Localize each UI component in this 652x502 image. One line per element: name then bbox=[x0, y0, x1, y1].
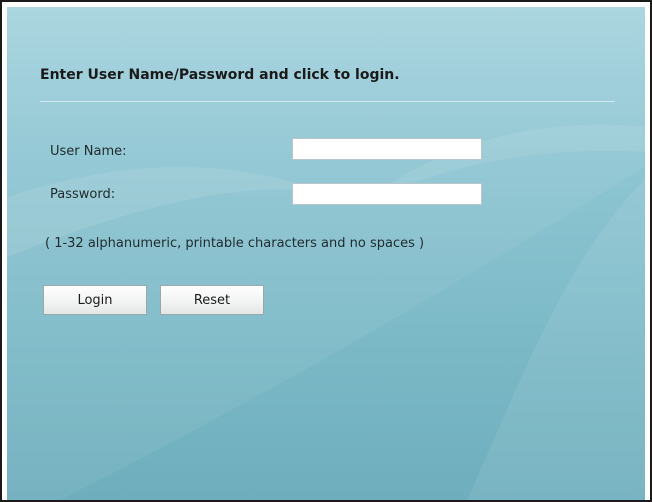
login-window: Enter User Name/Password and click to lo… bbox=[0, 0, 652, 502]
heading-divider bbox=[40, 101, 615, 102]
login-panel: Enter User Name/Password and click to lo… bbox=[7, 7, 645, 500]
login-heading: Enter User Name/Password and click to lo… bbox=[40, 67, 400, 83]
username-input[interactable] bbox=[292, 138, 482, 160]
login-button[interactable]: Login bbox=[43, 285, 147, 315]
username-label: User Name: bbox=[50, 144, 127, 159]
password-hint: ( 1-32 alphanumeric, printable character… bbox=[45, 236, 425, 251]
reset-button[interactable]: Reset bbox=[160, 285, 264, 315]
password-label: Password: bbox=[50, 187, 116, 202]
password-input[interactable] bbox=[292, 183, 482, 205]
